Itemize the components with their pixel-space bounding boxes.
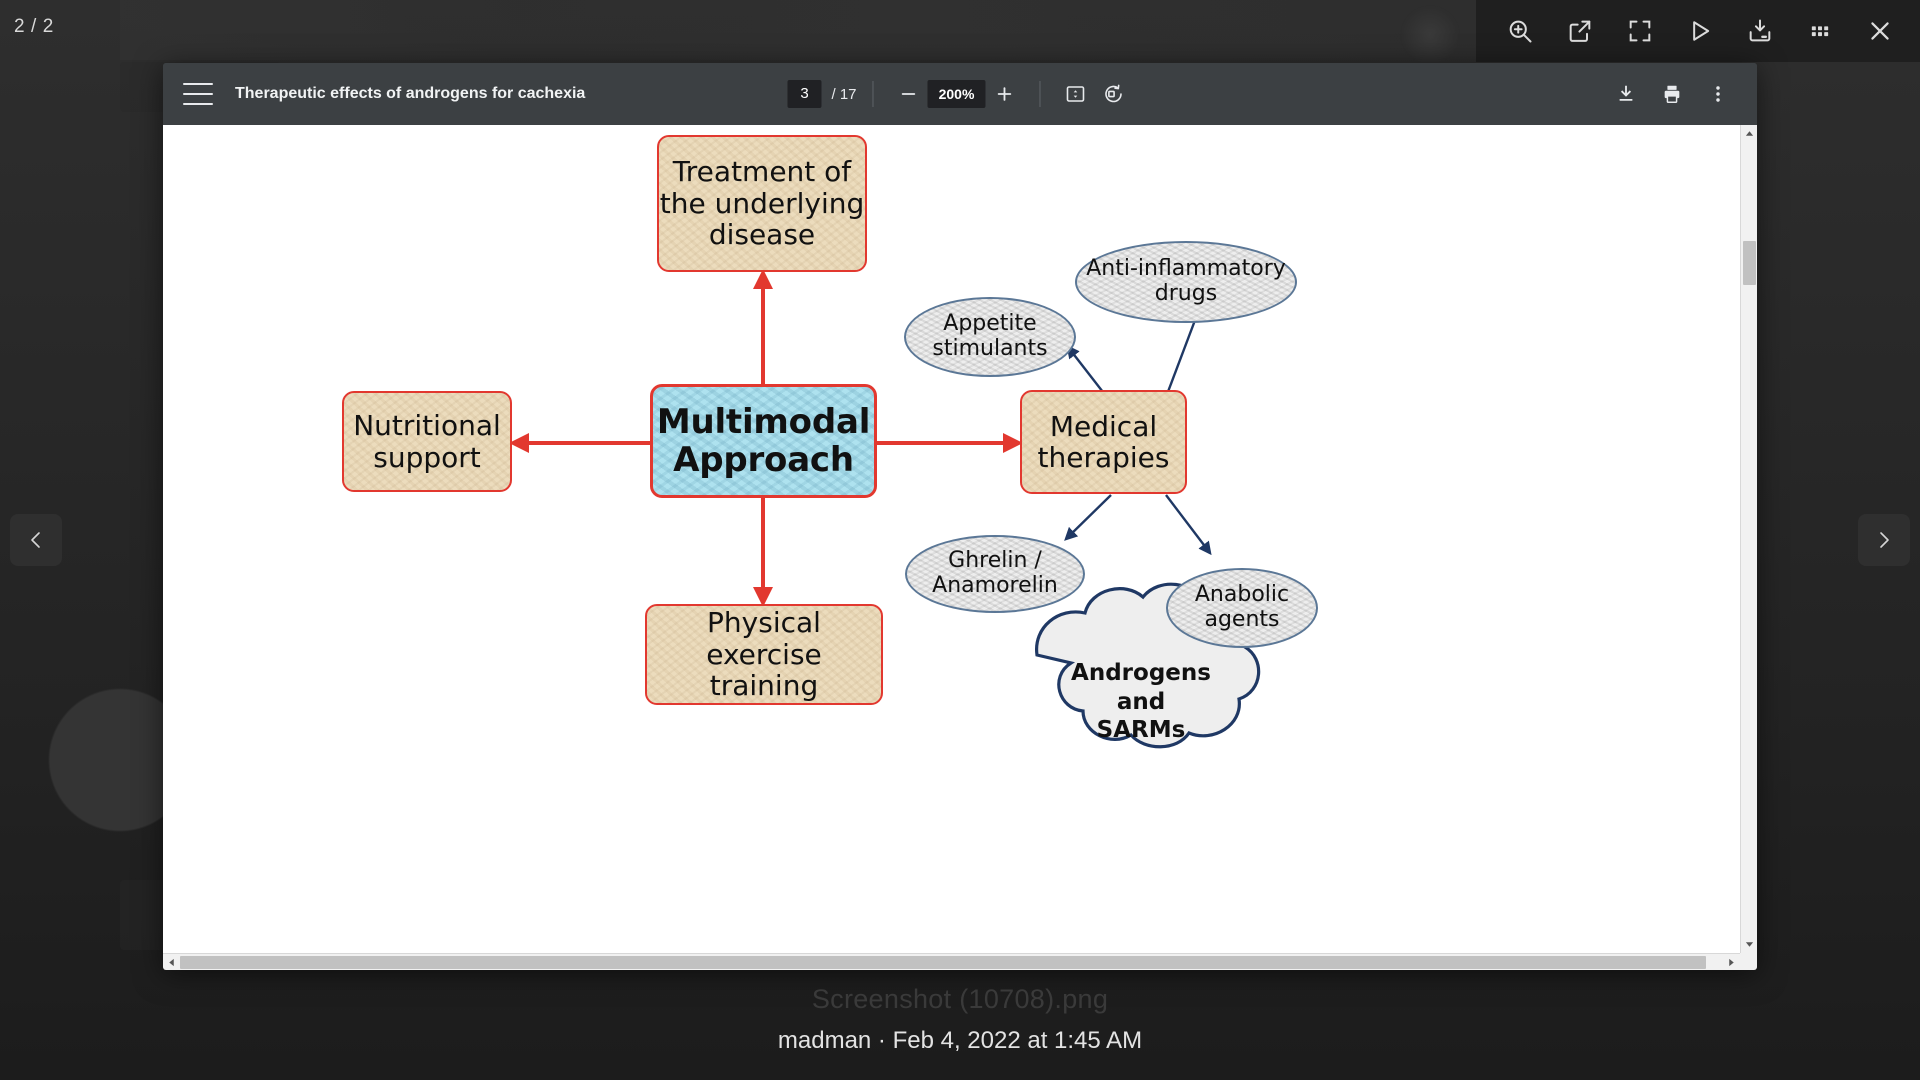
vertical-scroll-thumb[interactable] — [1743, 241, 1756, 285]
node-appetite-stimulants: Appetite stimulants — [904, 297, 1076, 377]
horizontal-scroll-thumb[interactable] — [180, 956, 1706, 969]
node-treatment-underlying-disease: Treatment of the underlying disease — [657, 135, 867, 272]
node-label: Anti-inflammatory drugs — [1086, 256, 1286, 306]
next-image-button[interactable] — [1858, 514, 1910, 566]
toolbar-divider — [1039, 81, 1041, 107]
pdf-page-and-zoom-controls: / 17 200% — [787, 63, 1132, 125]
close-icon[interactable] — [1850, 0, 1910, 62]
node-label: Anabolic agents — [1194, 582, 1290, 632]
node-label: Multimodal Approach — [656, 401, 871, 480]
node-androgens-and-sarms: Androgens and SARMs — [1041, 647, 1241, 757]
scroll-left-icon[interactable] — [163, 954, 180, 971]
node-nutritional-support: Nutritional support — [342, 391, 512, 492]
toolbar-divider — [872, 81, 874, 107]
scroll-right-icon[interactable] — [1723, 954, 1740, 971]
grid-apps-icon[interactable] — [1790, 0, 1850, 62]
node-label: Medical therapies — [1037, 409, 1170, 474]
download-icon[interactable] — [1607, 75, 1645, 113]
scrollbar-corner — [1740, 953, 1757, 970]
image-byline: madman · Feb 4, 2022 at 1:45 AM — [777, 1027, 1143, 1054]
slideshow-play-icon[interactable] — [1670, 0, 1730, 62]
vertical-scrollbar[interactable] — [1740, 125, 1757, 953]
horizontal-scrollbar[interactable] — [163, 953, 1740, 970]
scroll-down-icon[interactable] — [1741, 936, 1758, 953]
node-anabolic-agents: Anabolic agents — [1166, 568, 1318, 648]
image-filename: Screenshot (10708).png — [811, 984, 1109, 1014]
node-ghrelin-anamorelin: Ghrelin / Anamorelin — [905, 535, 1085, 613]
rotate-icon[interactable] — [1095, 75, 1133, 113]
print-icon[interactable] — [1653, 75, 1691, 113]
scroll-up-icon[interactable] — [1741, 125, 1758, 142]
node-label: Ghrelin / Anamorelin — [932, 548, 1058, 598]
node-label: Nutritional support — [353, 409, 501, 474]
lightbox-toolbar — [1476, 0, 1920, 62]
lightbox-counter: 2 / 2 — [14, 16, 54, 37]
save-download-icon[interactable] — [1730, 0, 1790, 62]
zoom-level-value[interactable]: 200% — [927, 80, 986, 108]
pdf-viewer-window: Therapeutic effects of androgens for cac… — [163, 63, 1757, 970]
node-multimodal-approach: Multimodal Approach — [650, 384, 877, 498]
pdf-page-scroll-area[interactable]: Multimodal Approach Treatment of the und… — [163, 125, 1740, 953]
node-label: Appetite stimulants — [932, 311, 1048, 361]
node-label: Physical exercise training — [706, 606, 822, 703]
node-medical-therapies: Medical therapies — [1020, 390, 1187, 494]
zoom-out-button[interactable] — [890, 75, 928, 113]
previous-image-button[interactable] — [10, 514, 62, 566]
pdf-document-title: Therapeutic effects of androgens for cac… — [235, 85, 586, 102]
pdf-page-3: Multimodal Approach Treatment of the und… — [163, 125, 1740, 953]
background-ghost-blob — [1400, 5, 1460, 65]
pdf-toolbar: Therapeutic effects of androgens for cac… — [163, 63, 1757, 125]
screen-root: 2 / 2 Therapeutic effects of androgens f… — [0, 0, 1920, 1080]
node-label: Treatment of the underlying disease — [659, 155, 865, 252]
page-number-input[interactable] — [787, 80, 822, 108]
fit-page-icon[interactable] — [1057, 75, 1095, 113]
more-options-icon[interactable] — [1699, 75, 1737, 113]
horizontal-scroll-row — [163, 953, 1757, 970]
background-ghost-row — [120, 0, 1450, 60]
figure-multimodal-management: Multimodal Approach Treatment of the und… — [163, 125, 1740, 953]
node-anti-inflammatory-drugs: Anti-inflammatory drugs — [1075, 241, 1297, 323]
fullscreen-icon[interactable] — [1610, 0, 1670, 62]
zoom-in-button[interactable] — [986, 75, 1024, 113]
open-external-icon[interactable] — [1550, 0, 1610, 62]
pdf-page-viewport: Multimodal Approach Treatment of the und… — [163, 125, 1757, 953]
pdf-toolbar-right — [1607, 75, 1737, 113]
page-total-label: / 17 — [831, 85, 857, 103]
hamburger-icon[interactable] — [183, 83, 213, 105]
zoom-in-icon[interactable] — [1490, 0, 1550, 62]
node-physical-exercise-training: Physical exercise training — [645, 604, 883, 705]
node-label: Androgens and SARMs — [1071, 659, 1211, 744]
